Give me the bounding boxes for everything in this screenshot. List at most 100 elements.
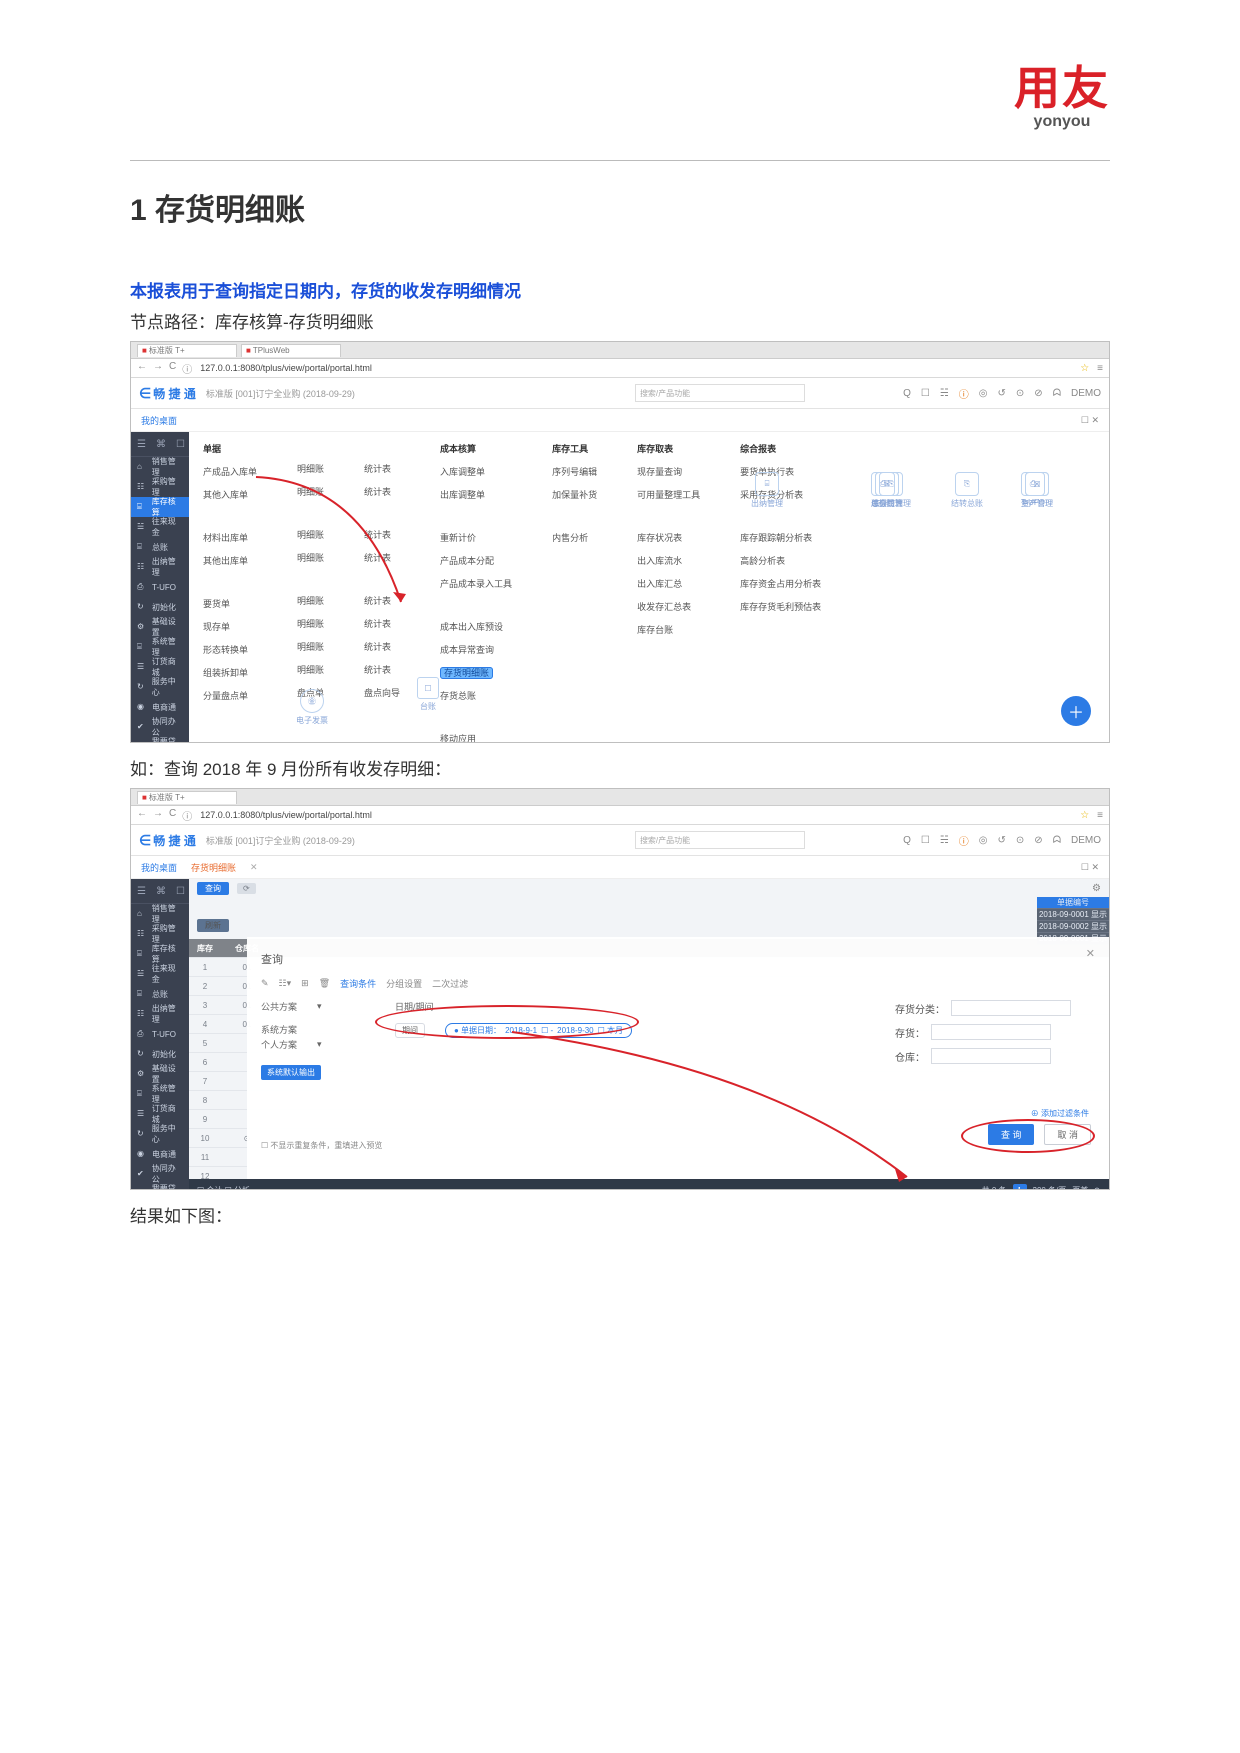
notify-icon[interactable]: ⓘ — [959, 833, 969, 848]
link-second-filter[interactable]: 二次过滤 — [432, 977, 468, 990]
browser-tab[interactable]: ■TPlusWeb — [241, 344, 341, 357]
sidebar-item[interactable]: ⌸总账 — [131, 537, 189, 557]
close-icon[interactable]: ✕ — [1086, 947, 1095, 960]
sidebar-item[interactable]: ☷采购管理 — [131, 924, 189, 944]
sidebar-box-icon[interactable]: ☐ — [176, 439, 185, 450]
calendar-icon[interactable]: ☐ — [921, 835, 930, 846]
browser-tab[interactable]: ■标准版 T+ — [137, 344, 237, 357]
menu-item[interactable]: 库存跟踪朝分析表 — [740, 531, 821, 544]
warehouse-input[interactable] — [931, 1048, 1051, 1064]
menu-item[interactable]: 其他出库单 — [203, 554, 257, 567]
sidebar-item[interactable]: ✔协同办公 — [131, 717, 189, 737]
sidebar-item[interactable]: ↻初始化 — [131, 597, 189, 617]
footer-sum[interactable]: ☐ 合计 ☐ 分析 — [197, 1185, 250, 1191]
menu-icon[interactable]: ≡ — [1097, 363, 1103, 374]
username[interactable]: DEMO — [1071, 835, 1101, 846]
menu-item[interactable]: 明细账 — [297, 617, 324, 630]
clock-icon[interactable]: ⊙ — [1016, 835, 1024, 846]
sidebar-item[interactable]: ◉电商通 — [131, 697, 189, 717]
user-icon[interactable]: ᗣ — [1053, 388, 1061, 399]
menu-item[interactable]: 存货明细账 — [440, 666, 512, 679]
back-icon[interactable]: ← — [137, 808, 147, 823]
sidebar-item[interactable]: ↻服务中心 — [131, 1124, 189, 1144]
search-icon[interactable]: Q — [903, 388, 911, 399]
help-icon[interactable]: ⊘ — [1034, 835, 1042, 846]
sidebar-item[interactable]: ☷采购管理 — [131, 477, 189, 497]
phone-icon[interactable]: ↺ — [998, 388, 1006, 399]
grid-icon[interactable]: ⊞ — [301, 978, 309, 989]
notify-icon[interactable]: ⓘ — [959, 386, 969, 401]
user-icon[interactable]: ᗣ — [1053, 835, 1061, 846]
menu-item[interactable]: 移动应用 — [440, 732, 512, 743]
menu-item[interactable]: 存货总账 — [440, 689, 512, 702]
menu-item[interactable]: 盘点向导 — [364, 686, 400, 699]
sidebar-item[interactable]: ⌸库存核算 — [131, 497, 189, 517]
headset-icon[interactable]: ◎ — [979, 835, 988, 846]
trash-icon[interactable]: 🗑 — [319, 978, 330, 989]
menu-item[interactable]: 统计表 — [364, 663, 400, 676]
username[interactable]: DEMO — [1071, 388, 1101, 399]
menu-item[interactable]: 加保量补货 — [552, 488, 597, 501]
menu-item[interactable]: 高龄分析表 — [740, 554, 821, 567]
sidebar-item[interactable]: ☷出纳管理 — [131, 557, 189, 577]
window-controls[interactable]: ☐ ✕ — [1081, 415, 1099, 426]
sidebar-item[interactable]: ◉电商通 — [131, 1144, 189, 1164]
sidebar-item[interactable]: ▶我要贷款 — [131, 1184, 189, 1190]
sidebar-item[interactable]: ⌸系统管理 — [131, 1084, 189, 1104]
menu-item[interactable]: 形态转换单 — [203, 643, 257, 656]
menu-item[interactable]: 产成品入库单 — [203, 465, 257, 478]
menu-item[interactable]: 库存状况表 — [637, 531, 700, 544]
stock-input[interactable] — [931, 1024, 1051, 1040]
menu-item[interactable]: 明细账 — [297, 640, 324, 653]
info-icon[interactable]: ⓘ — [182, 361, 192, 376]
system-default-chip[interactable]: 系统默认输出 — [261, 1065, 321, 1080]
menu-item[interactable]: 可用量整理工具 — [637, 488, 700, 501]
category-input[interactable] — [951, 1000, 1071, 1016]
menu-item[interactable]: 现存量查询 — [637, 465, 700, 478]
sidebar-item[interactable]: ⌸总账 — [131, 984, 189, 1004]
menu-item[interactable]: 统计表 — [364, 640, 400, 653]
menu-item[interactable]: 内售分析 — [552, 531, 597, 544]
menu-item[interactable]: 成本异常查询 — [440, 643, 512, 656]
search-icon[interactable]: Q — [903, 835, 911, 846]
calendar-icon[interactable]: ☐ — [921, 388, 930, 399]
menu-item[interactable]: 成本出入库预设 — [440, 620, 512, 633]
menu-item[interactable]: 库存资金占用分析表 — [740, 577, 821, 590]
apps-icon[interactable]: ☵ — [940, 388, 949, 399]
query-button[interactable]: 查询 — [197, 882, 229, 895]
page-number[interactable]: 1 — [1013, 1184, 1027, 1190]
sidebar-grid-icon[interactable]: ⌘ — [156, 439, 166, 450]
sidebar-item[interactable]: ⎙T-UFO — [131, 1024, 189, 1044]
edit-icon[interactable]: ✎ — [261, 978, 269, 989]
sidebar-item[interactable]: ☰订货商城 — [131, 1104, 189, 1124]
menu-item[interactable]: 库存存货毛利预估表 — [740, 600, 821, 613]
sidebar-item[interactable]: ☰订货商城 — [131, 657, 189, 677]
menu-item[interactable]: 库存台账 — [637, 623, 700, 636]
info-icon[interactable]: ⓘ — [182, 808, 192, 823]
menu-item[interactable]: 分量盘点单 — [203, 689, 257, 702]
sidebar-toggle-icon[interactable]: ☰ — [137, 439, 146, 450]
sidebar-item[interactable]: ↻服务中心 — [131, 677, 189, 697]
menu-item[interactable]: 统计表 — [364, 617, 400, 630]
reload-icon[interactable]: C — [169, 361, 176, 376]
menu-item[interactable]: 序列号编辑 — [552, 465, 597, 478]
sidebar-item[interactable]: ☷出纳管理 — [131, 1004, 189, 1024]
group-icon[interactable]: ☷▾ — [279, 978, 292, 989]
menu-item[interactable]: 组装拆卸单 — [203, 666, 257, 679]
forward-icon[interactable]: → — [153, 361, 163, 376]
link-query-cond[interactable]: 查询条件 — [340, 977, 376, 990]
apps-icon[interactable]: ☵ — [940, 835, 949, 846]
efapiao-node[interactable]: ㊎ 电子发票 — [296, 689, 328, 726]
sidebar-item[interactable]: ↻初始化 — [131, 1044, 189, 1064]
fab-add-button[interactable]: ＋ — [1061, 696, 1091, 726]
refresh-button[interactable]: ⟳ — [237, 883, 256, 894]
sidebar-item[interactable]: ⌸系统管理 — [131, 637, 189, 657]
sidebar-item[interactable]: ☱往来现金 — [131, 517, 189, 537]
reload-icon[interactable]: C — [169, 808, 176, 823]
headset-icon[interactable]: ◎ — [979, 388, 988, 399]
help-icon[interactable]: ⊘ — [1034, 388, 1042, 399]
sidebar-item[interactable]: ▶我要贷款 — [131, 737, 189, 743]
menu-item[interactable]: 材料出库单 — [203, 531, 257, 544]
menu-item[interactable]: 现存单 — [203, 620, 257, 633]
window-controls[interactable]: ☐ ✕ — [1081, 862, 1099, 873]
